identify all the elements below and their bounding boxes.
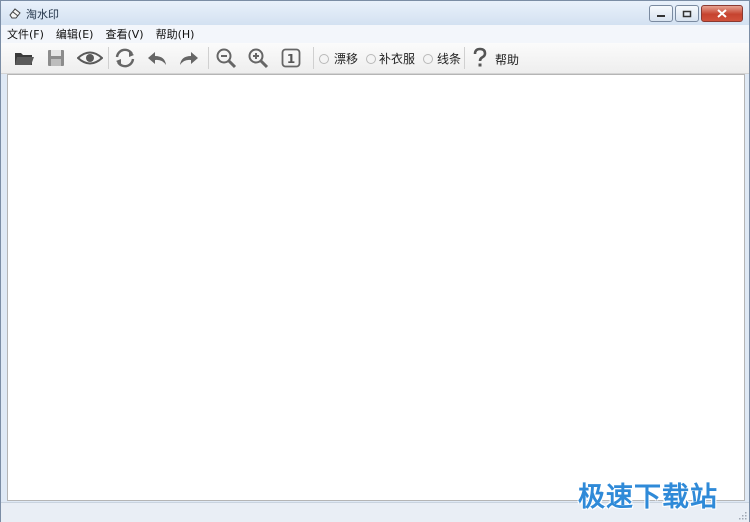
title-bar[interactable]: 淘水印 xyxy=(1,1,749,25)
mode-drift-radio[interactable] xyxy=(319,54,329,64)
menu-edit[interactable]: 编辑(E) xyxy=(50,26,100,42)
resize-grip-icon[interactable] xyxy=(737,510,747,520)
save-button[interactable] xyxy=(43,46,69,70)
mode-patch-radio[interactable] xyxy=(366,54,376,64)
eraser-app-icon xyxy=(9,8,21,19)
window-title: 淘水印 xyxy=(26,8,59,21)
zoom-out-icon xyxy=(216,48,237,69)
zoom-out-button[interactable] xyxy=(213,46,239,70)
menu-file[interactable]: 文件(F) xyxy=(1,26,50,42)
close-icon xyxy=(717,9,727,18)
help-label[interactable]: 帮助 xyxy=(495,51,519,68)
toolbar-separator xyxy=(464,47,465,69)
minimize-icon xyxy=(657,14,665,17)
menu-bar: 文件(F) 编辑(E) 查看(V) 帮助(H) xyxy=(1,25,749,43)
question-mark-icon xyxy=(473,47,487,67)
undo-icon xyxy=(148,52,166,65)
toolbar-separator xyxy=(313,47,314,69)
window-controls xyxy=(649,5,743,22)
menu-view[interactable]: 查看(V) xyxy=(99,26,149,42)
redo-icon xyxy=(180,52,198,65)
mode-patch-label[interactable]: 补衣服 xyxy=(379,50,415,67)
mode-line-radio[interactable] xyxy=(423,54,433,64)
zoom-in-button[interactable] xyxy=(245,46,271,70)
toolbar-separator xyxy=(108,47,109,69)
site-watermark: 极速下载站 xyxy=(578,482,718,513)
actual-size-button[interactable]: 1 xyxy=(278,46,304,70)
zoom-in-icon xyxy=(248,48,269,69)
actual-size-icon: 1 xyxy=(281,48,301,68)
maximize-icon xyxy=(682,10,692,17)
app-window: 淘水印 文件(F) 编辑(E) 查看(V) 帮助(H) 1 漂移 补衣服 线条 … xyxy=(0,0,750,522)
preview-button[interactable] xyxy=(75,46,105,70)
actual-size-label: 1 xyxy=(287,52,295,66)
help-button[interactable] xyxy=(469,46,491,70)
menu-help[interactable]: 帮助(H) xyxy=(150,26,201,42)
minimize-button[interactable] xyxy=(649,5,673,22)
toolbar: 1 漂移 补衣服 线条 帮助 xyxy=(1,43,749,74)
refresh-button[interactable] xyxy=(111,46,139,70)
undo-button[interactable] xyxy=(144,46,170,70)
save-icon xyxy=(48,50,64,66)
preview-eye-icon xyxy=(77,51,103,65)
mode-line-label[interactable]: 线条 xyxy=(437,50,461,67)
close-button[interactable] xyxy=(701,5,743,22)
toolbar-separator xyxy=(208,47,209,69)
refresh-icon xyxy=(115,48,135,68)
mode-drift-label[interactable]: 漂移 xyxy=(334,50,358,67)
open-folder-icon xyxy=(15,53,34,65)
open-button[interactable] xyxy=(11,46,37,70)
image-canvas[interactable] xyxy=(7,74,745,501)
redo-button[interactable] xyxy=(176,46,202,70)
maximize-button[interactable] xyxy=(675,5,699,22)
